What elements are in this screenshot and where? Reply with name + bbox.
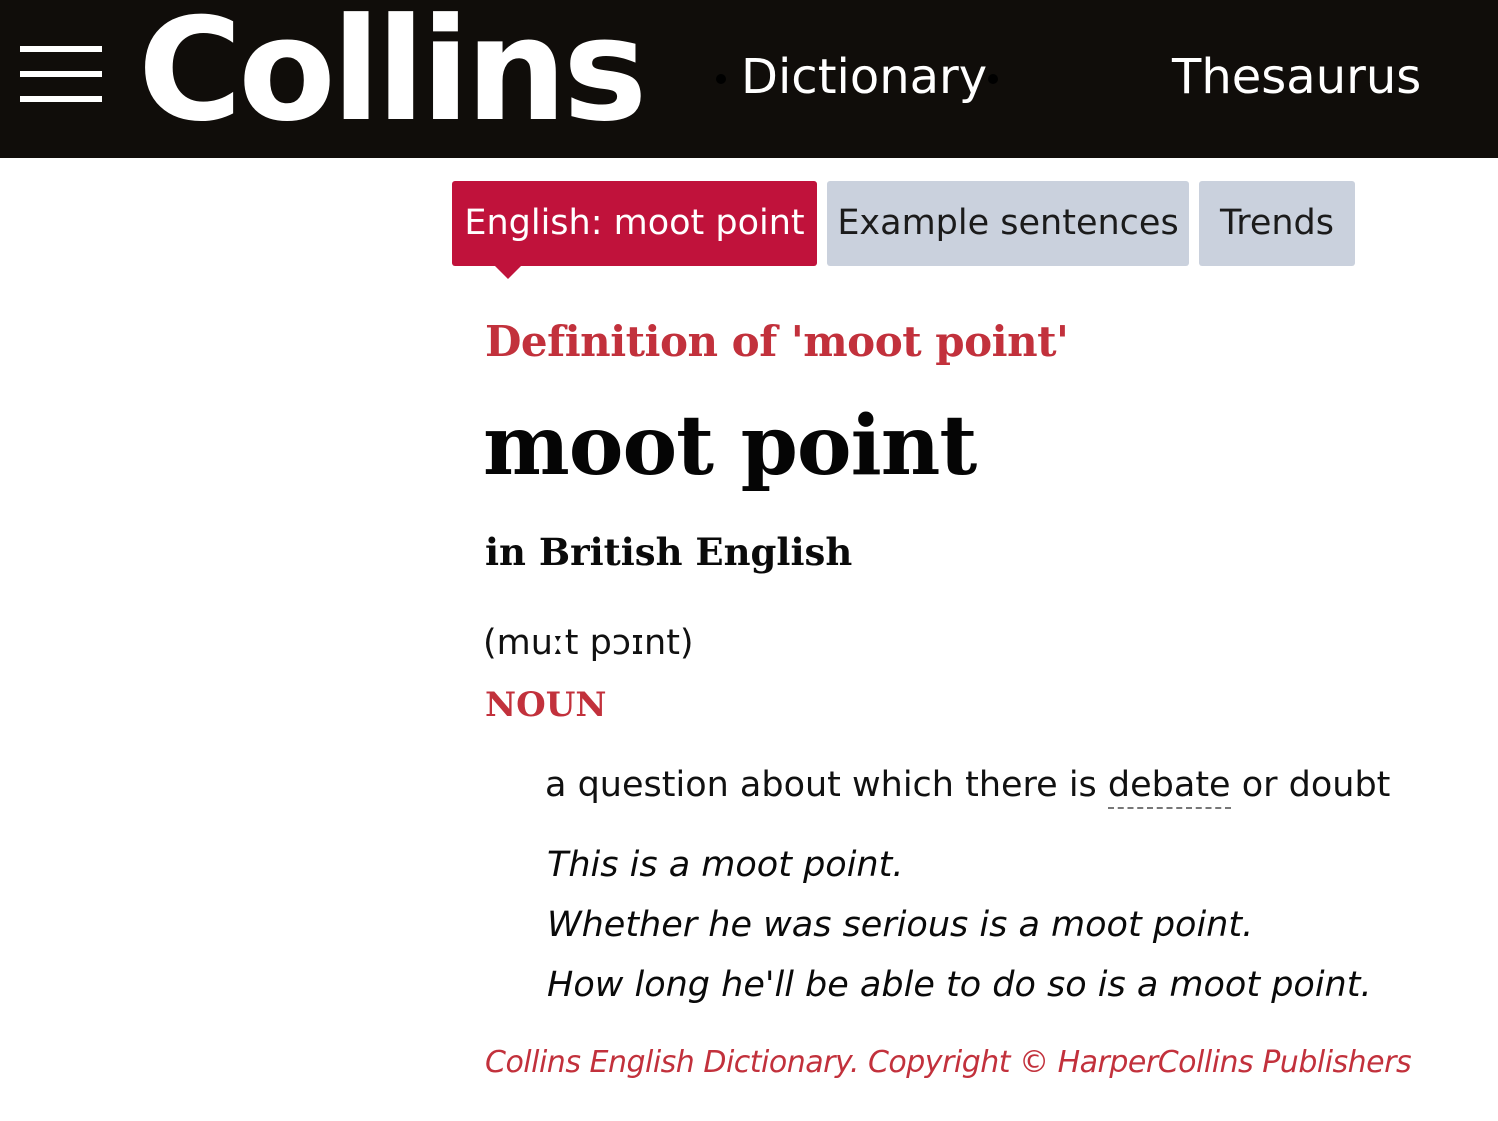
tab-english-definition[interactable]: English: moot point — [452, 181, 817, 279]
copyright-notice: Collins English Dictionary. Copyright © … — [485, 1045, 1412, 1080]
menu-line — [20, 71, 102, 77]
part-of-speech: NOUN — [485, 685, 607, 725]
nav-separator-dot — [988, 74, 998, 84]
pronunciation: (muːt pɔɪnt) — [483, 623, 694, 663]
example-sentence: Whether he was serious is a moot point. — [547, 905, 1254, 945]
tab-example-sentences[interactable]: Example sentences — [827, 181, 1189, 266]
menu-line — [20, 46, 102, 52]
nav-separator-dot — [716, 74, 726, 84]
top-navigation-bar: Collins Dictionary Thesaurus — [0, 0, 1498, 158]
example-sentence: This is a moot point. — [547, 845, 904, 885]
menu-line — [20, 96, 102, 102]
language-variety: in British English — [485, 530, 853, 574]
definition-heading: Definition of 'moot point' — [485, 317, 1069, 366]
collins-logo[interactable]: Collins — [138, 0, 647, 146]
cross-reference-link[interactable]: debate — [1107, 765, 1231, 809]
nav-dictionary-link[interactable]: Dictionary — [741, 48, 987, 106]
headword: moot point — [483, 398, 977, 494]
example-sentence: How long he'll be able to do so is a moo… — [547, 965, 1372, 1005]
sense-text-before: a question about which there is — [545, 765, 1108, 805]
sense-text-after: or doubt — [1230, 765, 1391, 805]
nav-thesaurus-link[interactable]: Thesaurus — [1172, 48, 1421, 106]
sense-definition: a question about which there is debate o… — [545, 762, 1391, 809]
tab-trends[interactable]: Trends — [1199, 181, 1355, 266]
hamburger-menu-icon[interactable] — [20, 46, 102, 102]
